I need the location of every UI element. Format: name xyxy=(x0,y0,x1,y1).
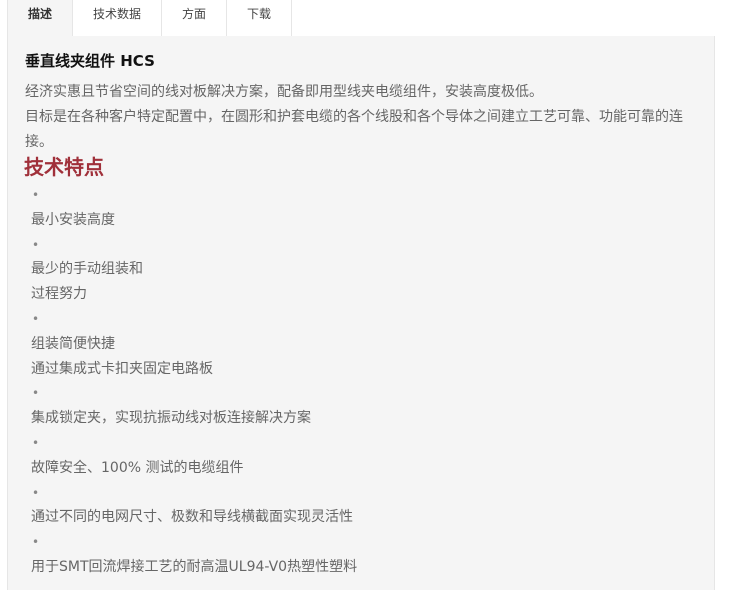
feature-item: • 组装简便快捷通过集成式卡扣夹固定电路板 xyxy=(31,307,701,381)
feature-text: 用于SMT回流焊接工艺的耐高温UL94-V0热塑性塑料 xyxy=(31,558,358,575)
feature-item: • 通过不同的电网尺寸、极数和导线横截面实现灵活性 xyxy=(31,481,701,531)
bullet-icon: • xyxy=(32,237,40,252)
tab-downloads[interactable]: 下载 xyxy=(227,0,293,36)
bullet-icon: • xyxy=(32,435,40,450)
tab-description[interactable]: 描述 xyxy=(7,0,74,36)
product-description-1: 经济实惠且节省空间的线对板解决方案，配备即用型线夹电缆组件，安装高度极低。 xyxy=(25,84,543,100)
bullet-icon: • xyxy=(32,485,40,500)
feature-item: • 故障安全、100% 测试的电缆组件 xyxy=(31,431,701,481)
feature-item: • 用于SMT回流焊接工艺的耐高温UL94-V0热塑性塑料 xyxy=(31,530,701,580)
product-title: 垂直线夹组件 HCS xyxy=(25,52,155,70)
product-description-2: 目标是在各种客户特定配置中，在圆形和护套电缆的各个线股和各个导体之间建立工艺可靠… xyxy=(25,109,683,150)
feature-text: 最少的手动组装和 xyxy=(31,261,143,278)
feature-item: • 最小安装高度 xyxy=(31,183,701,233)
feature-text: 最小安装高度 xyxy=(31,211,115,228)
tab-bar: 描述 技术数据 方面 下载 xyxy=(7,0,715,37)
bullet-icon: • xyxy=(32,535,40,550)
bullet-icon: • xyxy=(32,188,40,202)
feature-item: • 集成锁定夹，实现抗振动线对板连接解决方案 xyxy=(31,381,701,431)
feature-text: 过程努力 xyxy=(31,286,87,303)
bullet-icon: • xyxy=(32,386,40,401)
feature-text: 故障安全、100% 测试的电缆组件 xyxy=(31,459,244,476)
feature-text: 组装简便快捷 xyxy=(31,335,115,352)
feature-list: • 最小安装高度 • 最少的手动组装和 过程努力 • 组装简便快捷通过集成式卡扣夹固定电路板… xyxy=(31,183,701,580)
feature-item: • 最少的手动组装和 过程努力 xyxy=(31,233,701,307)
bullet-icon: • xyxy=(32,311,40,326)
feature-text: 通过不同的电网尺寸、极数和导线横截面实现灵活性 xyxy=(31,509,353,526)
tab-technical-data[interactable]: 技术数据 xyxy=(73,0,163,36)
feature-text: 集成锁定夹，实现抗振动线对板连接解决方案 xyxy=(31,410,311,427)
description-panel: 垂直线夹组件 HCS 经济实惠且节省空间的线对板解决方案，配备即用型线夹电缆组件… xyxy=(7,36,715,590)
tab-aspects[interactable]: 方面 xyxy=(162,0,228,36)
features-heading: 技术特点 xyxy=(24,155,104,179)
feature-text: 通过集成式卡扣夹固定电路板 xyxy=(31,360,213,377)
